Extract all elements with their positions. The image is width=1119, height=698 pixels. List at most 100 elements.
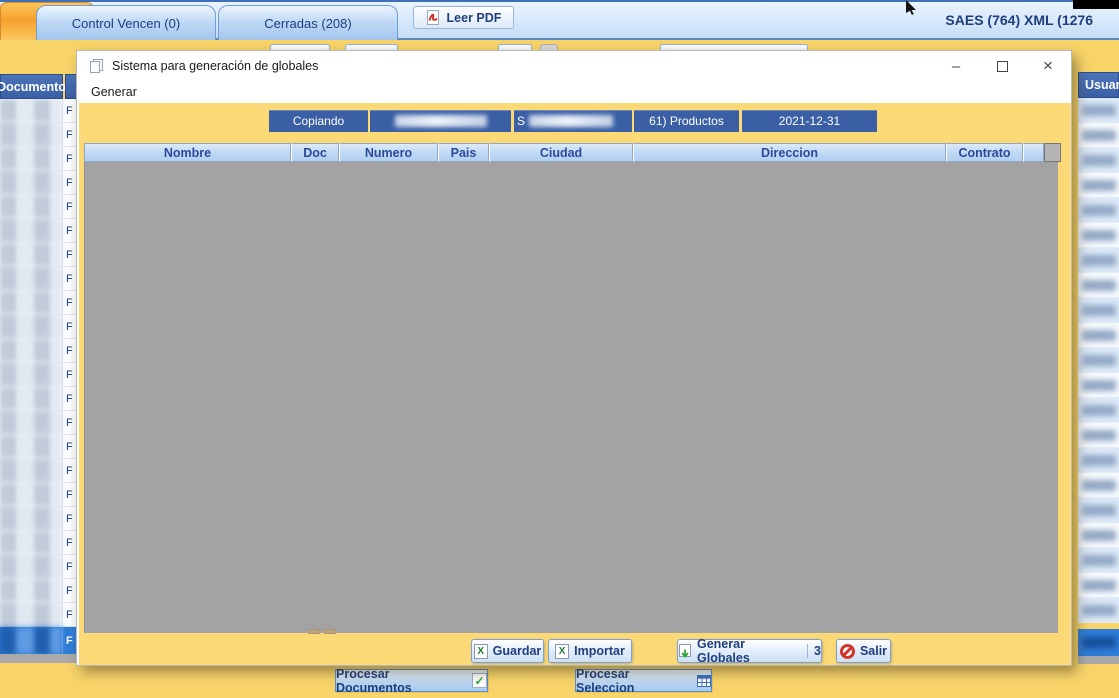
table-row[interactable]: F: [0, 291, 76, 315]
table-row[interactable]: [1078, 523, 1119, 548]
redacted-cell: [1082, 405, 1116, 416]
table-row[interactable]: F: [0, 411, 76, 435]
salir-label: Salir: [860, 644, 887, 658]
flag-cell: F: [62, 171, 76, 194]
grid-header-doc[interactable]: Doc: [291, 143, 339, 162]
redacted-cell: [0, 627, 62, 654]
redacted-cell: [1082, 637, 1116, 648]
table-row[interactable]: [1078, 248, 1119, 273]
grid-header-ciudad[interactable]: Ciudad: [489, 143, 633, 162]
grid-header-numero[interactable]: Numero: [339, 143, 438, 162]
column-header-usuario[interactable]: Usuario: [1078, 72, 1119, 98]
table-row[interactable]: F: [0, 219, 76, 243]
selected-table-row[interactable]: [1078, 629, 1119, 656]
table-row[interactable]: [1078, 448, 1119, 473]
table-row[interactable]: [1078, 398, 1119, 423]
table-row[interactable]: [1078, 423, 1119, 448]
table-row[interactable]: F: [0, 243, 76, 267]
table-row[interactable]: [1078, 298, 1119, 323]
tab-cerradas[interactable]: Cerradas (208): [218, 5, 398, 40]
selected-table-row[interactable]: F: [0, 627, 76, 654]
tab-control-vencen[interactable]: Control Vencen (0): [36, 5, 216, 40]
redacted-cell: [0, 123, 62, 146]
table-row[interactable]: F: [0, 555, 76, 579]
menu-item-generar[interactable]: Generar: [87, 84, 141, 100]
right-rows: [1078, 98, 1119, 623]
dialog-menu-bar: Generar: [77, 81, 1071, 103]
check-icon: [472, 673, 487, 688]
grid-header-contrato[interactable]: Contrato: [946, 143, 1023, 162]
table-row[interactable]: F: [0, 579, 76, 603]
right-panel-footer-strip: [1078, 656, 1119, 664]
salir-button[interactable]: Salir: [836, 639, 891, 663]
table-row[interactable]: [1078, 173, 1119, 198]
table-row[interactable]: [1078, 323, 1119, 348]
table-row[interactable]: [1078, 498, 1119, 523]
table-row[interactable]: F: [0, 483, 76, 507]
leer-pdf-button[interactable]: Leer PDF: [413, 6, 514, 29]
importar-button[interactable]: Importar: [548, 639, 632, 663]
table-row[interactable]: F: [0, 387, 76, 411]
redacted-cell: [1082, 605, 1116, 616]
procesar-documentos-button[interactable]: Procesar Documentos: [335, 669, 488, 692]
status-segment-productos: 61) Productos: [634, 110, 739, 132]
flag-cell: F: [62, 507, 76, 530]
minimize-button[interactable]: –: [933, 51, 979, 81]
redacted-cell: [1082, 530, 1116, 541]
column-header-documento[interactable]: Documento: [0, 74, 63, 99]
table-row[interactable]: [1078, 573, 1119, 598]
table-row[interactable]: F: [0, 363, 76, 387]
table-row[interactable]: F: [0, 459, 76, 483]
table-row[interactable]: [1078, 223, 1119, 248]
guardar-button[interactable]: Guardar: [471, 639, 544, 663]
status-segment-label: S: [517, 114, 525, 128]
table-row[interactable]: F: [0, 123, 76, 147]
table-row[interactable]: [1078, 348, 1119, 373]
close-button[interactable]: ×: [1025, 51, 1071, 81]
redacted-cell: [1082, 480, 1116, 491]
excel-icon: [474, 644, 488, 659]
maximize-button[interactable]: [979, 51, 1025, 81]
grid-corner-cell: [1044, 143, 1061, 162]
dialog-title-bar[interactable]: Sistema para generación de globales: [77, 51, 1071, 81]
table-row[interactable]: F: [0, 171, 76, 195]
flag-cell: F: [62, 411, 76, 434]
flag-cell: F: [62, 603, 76, 626]
generar-globales-button[interactable]: Generar Globales 3: [677, 639, 822, 663]
redacted-cell: [1082, 130, 1116, 141]
table-row[interactable]: F: [0, 99, 76, 123]
grid-header-pais[interactable]: Pais: [438, 143, 489, 162]
grid-header-direccion[interactable]: Direccion: [633, 143, 946, 162]
table-row[interactable]: [1078, 373, 1119, 398]
table-row[interactable]: [1078, 198, 1119, 223]
excel-icon: [555, 644, 569, 659]
dialog-title: Sistema para generación de globales: [112, 59, 318, 73]
table-row[interactable]: F: [0, 267, 76, 291]
table-row[interactable]: F: [0, 339, 76, 363]
grid-header-nombre[interactable]: Nombre: [84, 143, 291, 162]
table-row[interactable]: [1078, 473, 1119, 498]
procesar-seleccion-button[interactable]: Procesar Seleccion: [575, 669, 712, 692]
table-row[interactable]: F: [0, 531, 76, 555]
table-row[interactable]: [1078, 273, 1119, 298]
redacted-cell: [0, 531, 62, 554]
table-row[interactable]: [1078, 148, 1119, 173]
redacted-cell: [1082, 380, 1116, 391]
table-row[interactable]: F: [0, 507, 76, 531]
table-row[interactable]: F: [0, 195, 76, 219]
table-row[interactable]: F: [0, 147, 76, 171]
table-row[interactable]: F: [0, 603, 76, 627]
table-row[interactable]: F: [0, 315, 76, 339]
table-row[interactable]: [1078, 98, 1119, 123]
redacted-cell: [0, 555, 62, 578]
redacted-cell: [0, 435, 62, 458]
flag-cell: F: [62, 339, 76, 362]
flag-cell: F: [62, 579, 76, 602]
table-row[interactable]: [1078, 123, 1119, 148]
redacted-cell: [1082, 105, 1116, 116]
redacted-cell: [1082, 205, 1116, 216]
redacted-cell: [0, 315, 62, 338]
table-row[interactable]: [1078, 598, 1119, 623]
table-row[interactable]: [1078, 548, 1119, 573]
table-row[interactable]: F: [0, 435, 76, 459]
